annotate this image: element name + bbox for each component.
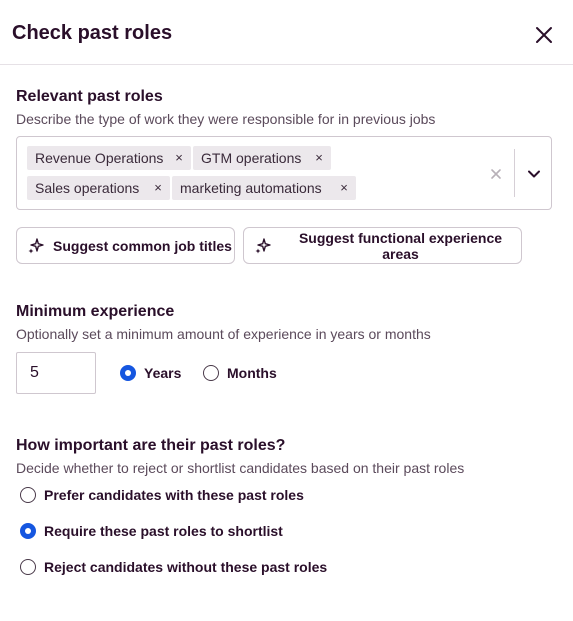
importance-option-require[interactable]: Require these past roles to shortlist [20,523,283,539]
unit-option-months[interactable]: Months [203,365,277,381]
tag-label: Sales operations [35,180,140,196]
radio-prefer[interactable] [20,487,36,503]
chevron-down-icon [528,170,540,178]
radio-require[interactable] [20,523,36,539]
sparkle-icon [255,237,271,253]
unit-label-months: Months [227,365,277,381]
tag-chip: Revenue Operations × [27,146,191,170]
clear-icon [491,169,501,179]
sparkle-icon [28,237,44,253]
radio-years[interactable] [120,365,136,381]
tag-label: Revenue Operations [35,150,164,166]
importance-title: How important are their past roles? [16,437,286,454]
radio-months[interactable] [203,365,219,381]
tag-label: GTM operations [201,150,302,166]
experience-amount-input[interactable] [16,352,96,394]
past-roles-multiselect[interactable]: Revenue Operations × GTM operations × Sa… [16,136,552,210]
tag-chip: marketing automations × [172,176,356,200]
suggest-experience-areas-label: Suggest functional experience areas [298,229,503,262]
importance-label-reject: Reject candidates without these past rol… [44,559,328,575]
tag-remove-icon[interactable]: × [173,151,185,165]
unit-label-years: Years [144,365,182,381]
tag-remove-icon[interactable]: × [152,181,164,195]
tag-remove-icon[interactable]: × [313,151,325,165]
past-roles-description: Describe the type of work they were resp… [16,111,436,127]
importance-label-prefer: Prefer candidates with these past roles [44,487,304,503]
importance-option-reject[interactable]: Reject candidates without these past rol… [20,559,327,575]
input-divider [514,149,515,197]
importance-option-prefer[interactable]: Prefer candidates with these past roles [20,487,304,503]
past-roles-title: Relevant past roles [16,88,163,105]
dialog-header: Check past roles [0,0,573,65]
importance-label-require: Require these past roles to shortlist [44,523,283,539]
close-icon [536,27,552,43]
tag-remove-icon[interactable]: × [338,181,350,195]
suggest-job-titles-label: Suggest common job titles [53,237,232,254]
suggest-experience-areas-button[interactable]: Suggest functional experience areas [243,227,522,264]
radio-reject[interactable] [20,559,36,575]
min-experience-description: Optionally set a minimum amount of exper… [16,326,431,342]
dropdown-toggle[interactable] [525,165,543,183]
suggest-job-titles-button[interactable]: Suggest common job titles [16,227,235,264]
clear-all-button[interactable] [487,165,505,183]
unit-option-years[interactable]: Years [120,365,181,381]
tag-label: marketing automations [180,180,322,196]
importance-description: Decide whether to reject or shortlist ca… [16,460,465,476]
tag-chip: GTM operations × [193,146,331,170]
dialog-title: Check past roles [12,22,173,44]
min-experience-title: Minimum experience [16,303,175,320]
tag-chip: Sales operations × [27,176,170,200]
close-button[interactable] [533,24,555,46]
